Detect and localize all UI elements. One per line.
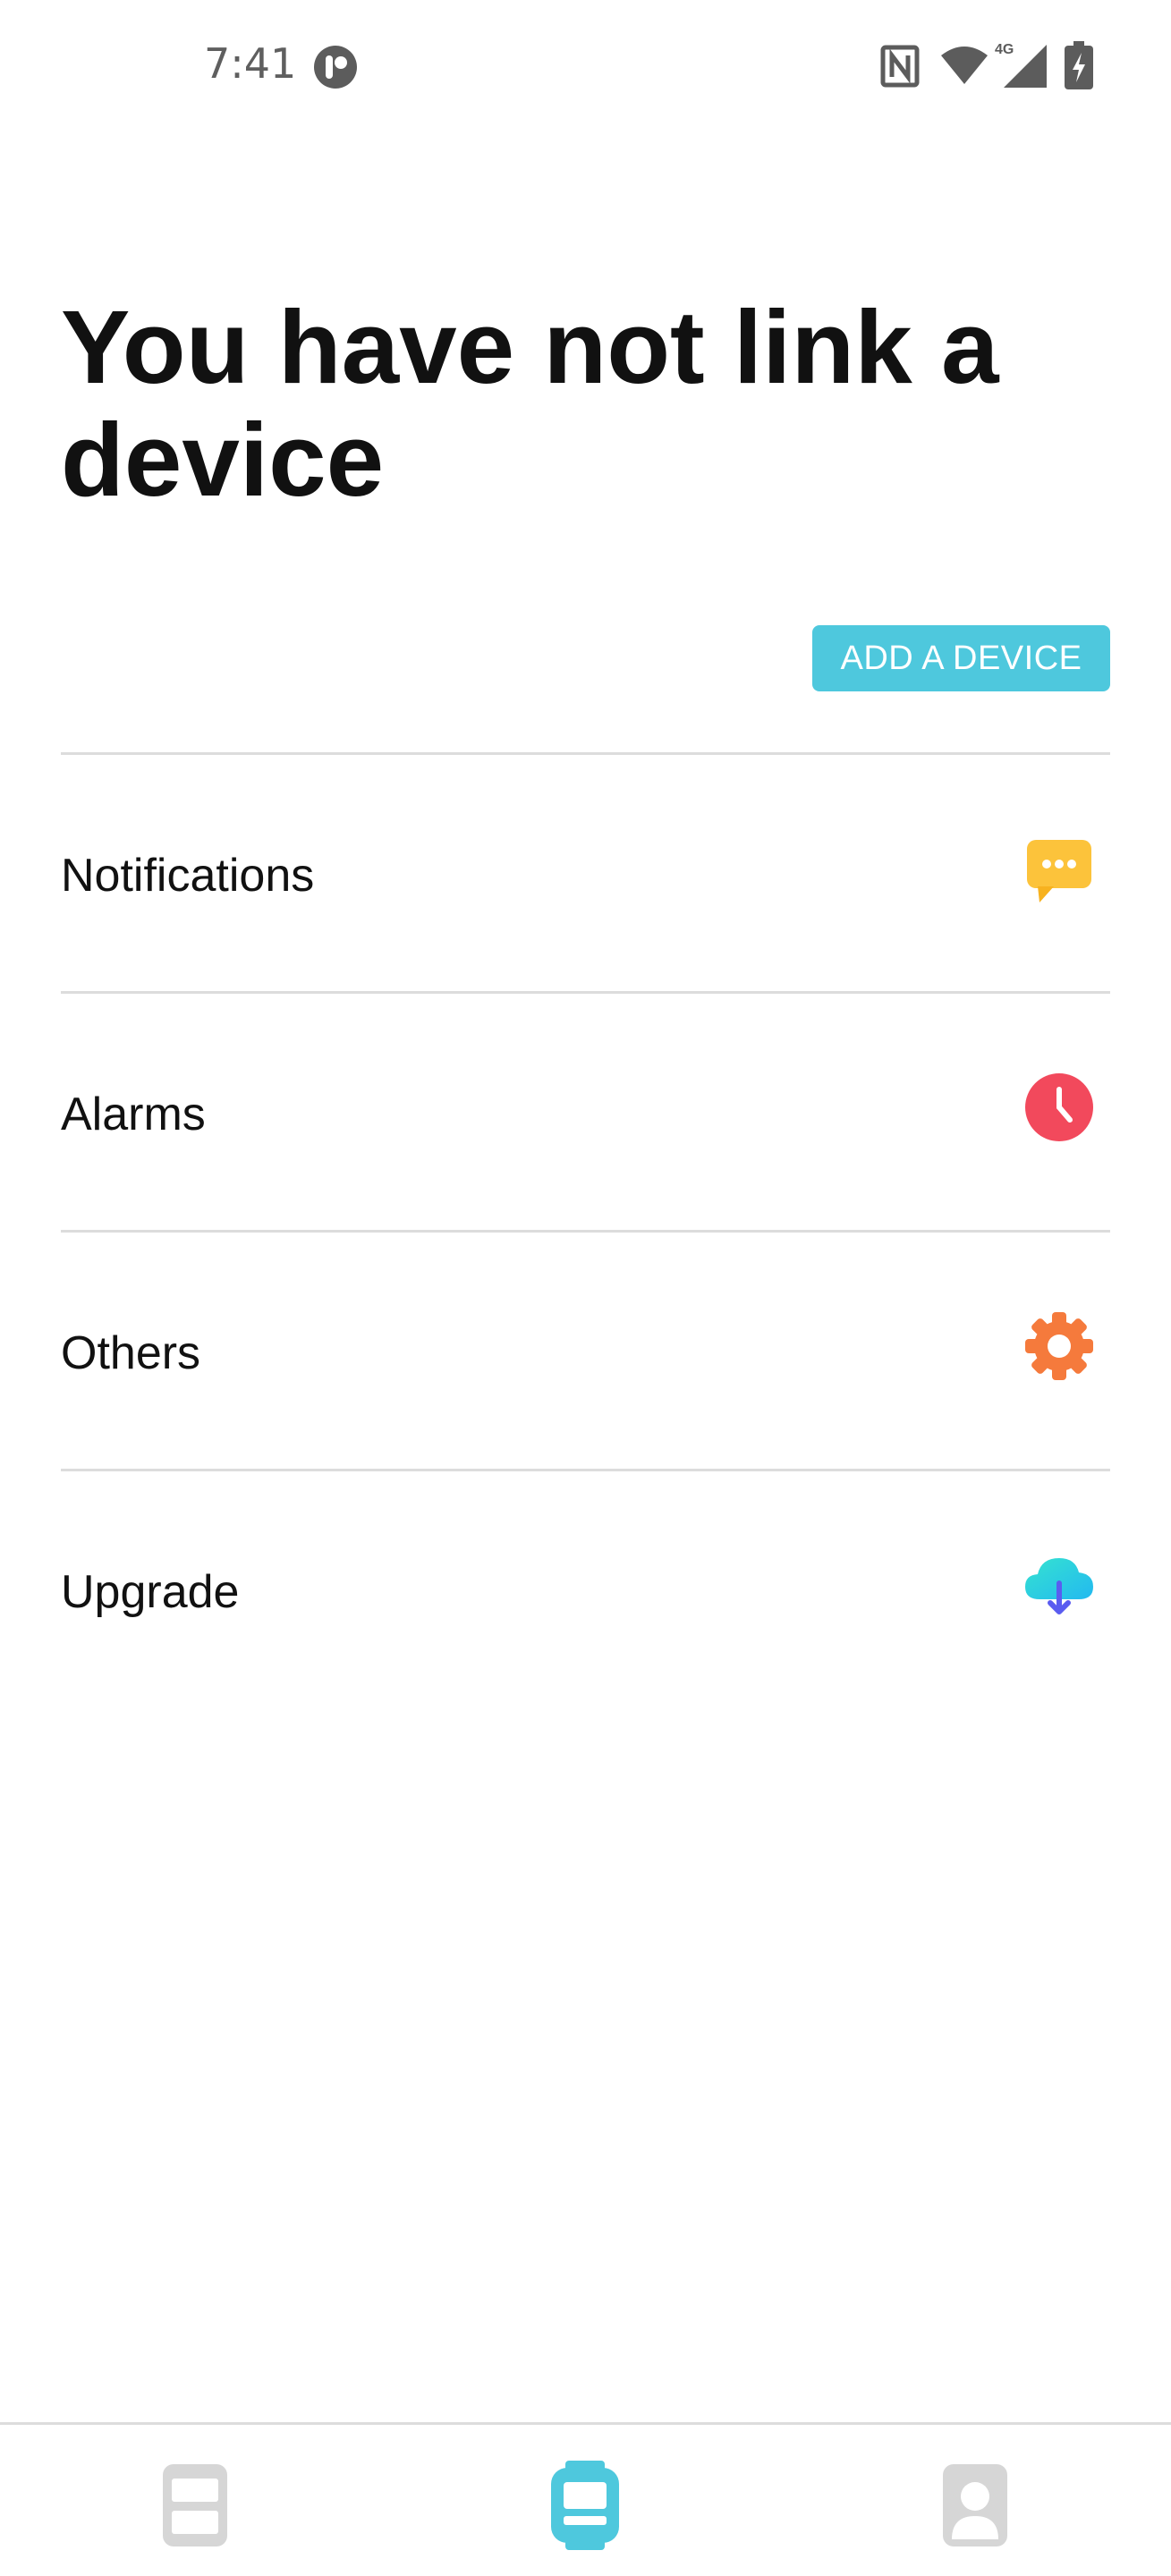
nfc-icon bbox=[880, 45, 920, 88]
menu-item-label: Upgrade bbox=[61, 1566, 240, 1618]
menu-item-label: Alarms bbox=[61, 1089, 206, 1140]
dashboard-icon bbox=[163, 2464, 227, 2546]
cloud-download-icon bbox=[1022, 1547, 1097, 1623]
signal-label: 4G bbox=[995, 42, 1014, 57]
add-device-button[interactable]: ADD A DEVICE bbox=[812, 625, 1110, 691]
status-bar: 7:41 4G bbox=[0, 0, 1171, 134]
chat-bubble-icon bbox=[1022, 831, 1097, 906]
menu-item-label: Others bbox=[61, 1327, 201, 1379]
signal-4g-icon: 4G bbox=[995, 39, 1048, 89]
menu-item-others[interactable]: Others bbox=[61, 1230, 1110, 1469]
gear-icon bbox=[1022, 1309, 1097, 1384]
menu-item-upgrade[interactable]: Upgrade bbox=[61, 1469, 1110, 1707]
battery-charging-icon bbox=[1065, 41, 1093, 89]
settings-menu: Notifications Alarms Others Upgrade bbox=[61, 752, 1110, 1707]
tab-device[interactable] bbox=[549, 2461, 621, 2550]
profile-icon bbox=[943, 2464, 1007, 2546]
menu-item-alarms[interactable]: Alarms bbox=[61, 991, 1110, 1230]
clock-icon bbox=[1022, 1070, 1097, 1145]
menu-item-notifications[interactable]: Notifications bbox=[61, 752, 1110, 991]
tab-profile[interactable] bbox=[939, 2461, 1011, 2550]
status-time: 7:41 bbox=[204, 39, 297, 88]
menu-item-label: Notifications bbox=[61, 850, 315, 902]
page-title: You have not link a device bbox=[61, 289, 999, 518]
tab-dashboard[interactable] bbox=[159, 2461, 231, 2550]
app-notification-icon bbox=[313, 45, 358, 89]
wifi-icon bbox=[939, 43, 989, 86]
bottom-tab-bar bbox=[0, 2422, 1171, 2576]
watch-icon bbox=[551, 2461, 619, 2550]
